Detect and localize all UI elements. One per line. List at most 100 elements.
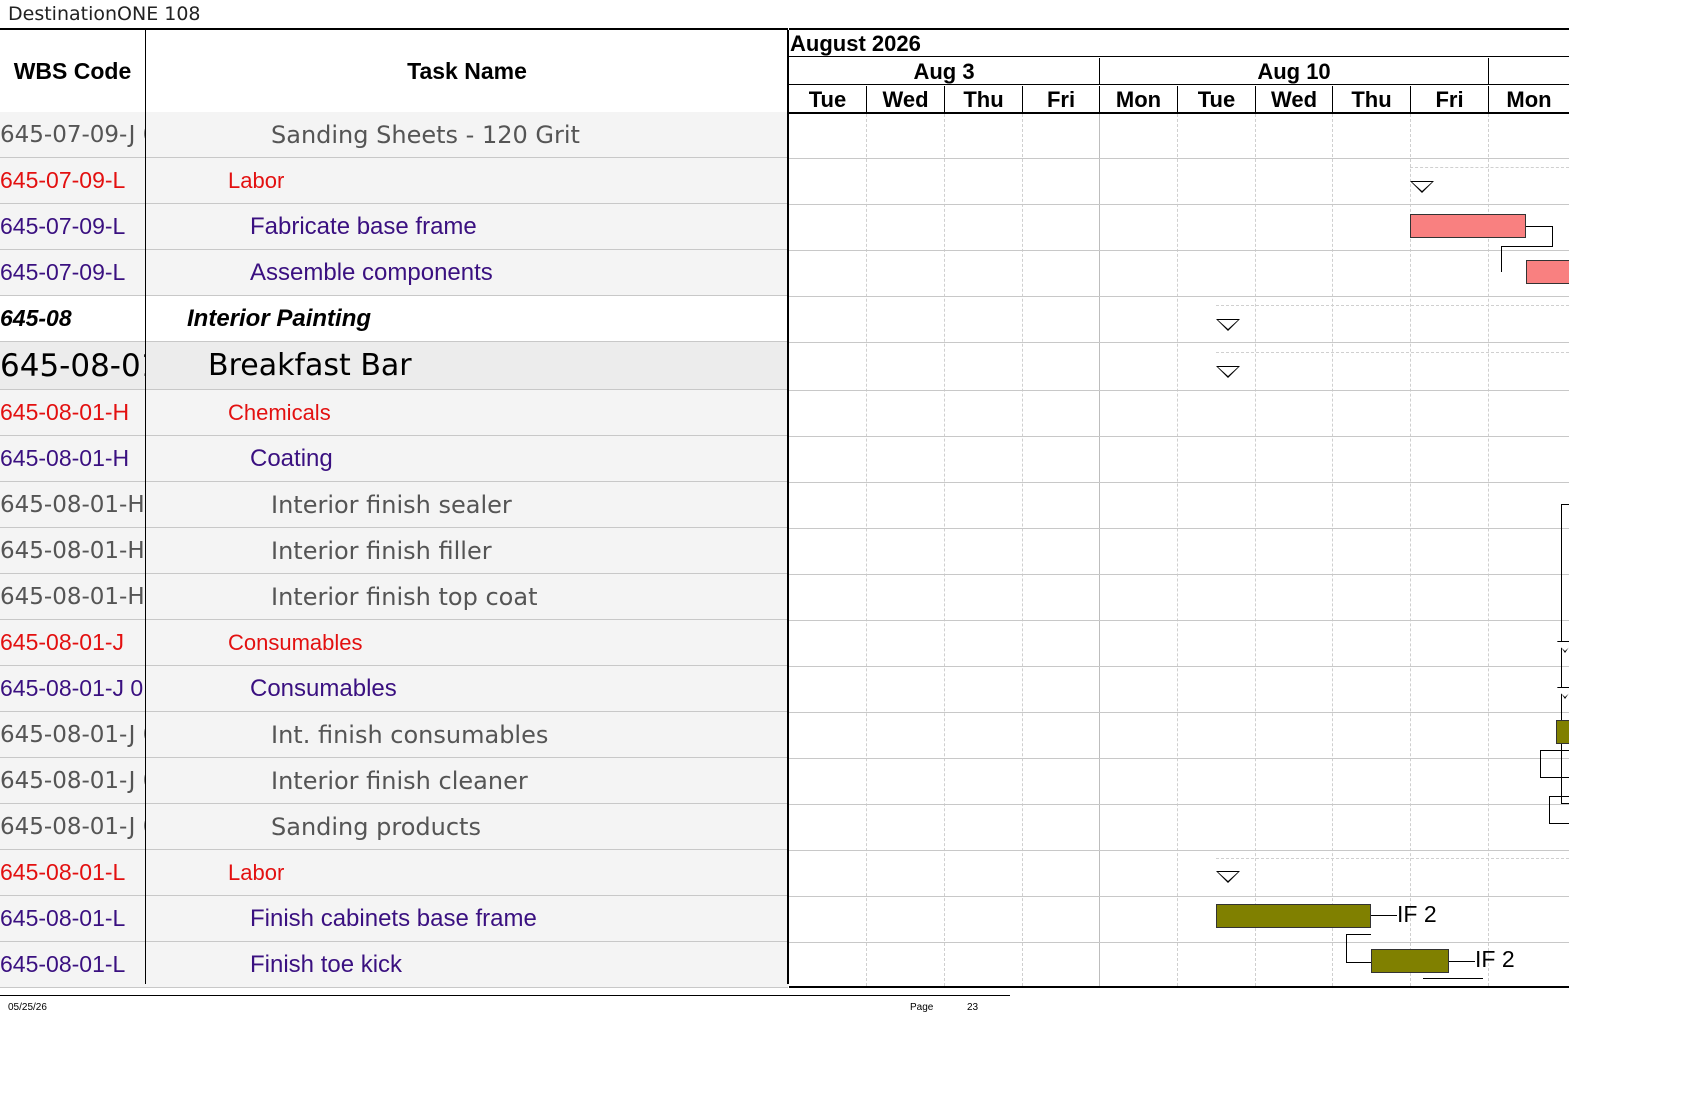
task-bar-assemble-components[interactable] [1526, 260, 1569, 284]
wbs-cell: 645-07-09-J 01 [0, 121, 145, 148]
summary-marker-icon[interactable] [1410, 181, 1434, 193]
gridline [1099, 114, 1100, 986]
wbs-cell: 645-08-01-H [0, 399, 130, 425]
table-row[interactable]: 645-08-01-H 01 Interior finish top coat [0, 574, 788, 620]
dependency-link [1346, 934, 1371, 963]
gridline [866, 114, 867, 986]
gridline [1488, 114, 1489, 986]
gridline [1022, 114, 1023, 986]
table-row[interactable]: 645-08-01-H 01 Interior finish sealer [0, 482, 788, 528]
table-row[interactable]: 645-08-01-L Labor [0, 850, 788, 896]
task-bar-int-finish-consumables[interactable] [1556, 720, 1569, 744]
table-row[interactable]: 645-07-09-J 01 Sanding Sheets - 120 Grit [0, 112, 788, 158]
table-row[interactable]: 645-08 Interior Painting [0, 296, 788, 342]
footer-rule [0, 995, 1010, 996]
task-name-column-header[interactable]: Task Name [146, 30, 788, 112]
table-row[interactable]: 645-08-01-J 01 Sanding products [0, 804, 788, 850]
row-line [789, 528, 1569, 529]
bar-label: IF 2 [1475, 946, 1515, 972]
row-line [789, 158, 1569, 159]
timescale-month: August 2026 [789, 30, 1569, 57]
wbs-cell: 645-08-01-H 01 [0, 491, 145, 518]
wbs-cell: 645-07-09-L [0, 167, 126, 193]
row-line [789, 296, 1569, 297]
timescale-day: Wed [1256, 86, 1333, 112]
dependency-link [1371, 915, 1397, 916]
bar-label: IF 2 [1397, 901, 1437, 927]
row-line [789, 390, 1569, 391]
task-name-cell: Finish cabinets base frame [250, 904, 537, 932]
table-row[interactable]: 645-08-01-J 01 Consumables [0, 666, 788, 712]
table-row[interactable]: 645-07-09-L Assemble components [0, 250, 788, 296]
table-row[interactable]: 645-08-01-J 01 Int. finish consumables [0, 712, 788, 758]
timescale-day: Wed [867, 86, 945, 112]
summary-marker-icon[interactable] [1216, 319, 1240, 331]
summary-marker-icon[interactable] [1216, 366, 1240, 378]
timescale-day: Mon [1100, 86, 1178, 112]
row-line [789, 896, 1569, 897]
column-divider[interactable] [145, 30, 146, 984]
summary-span [1410, 167, 1569, 168]
task-bar-finish-toe-kick[interactable] [1371, 949, 1449, 973]
gridline [944, 114, 945, 986]
wbs-cell: 645-08-01-J [0, 629, 125, 655]
gridline [1332, 114, 1333, 986]
row-line [789, 666, 1569, 667]
timescale-bottom-line [789, 112, 1569, 114]
wbs-cell: 645-08-01-L [0, 951, 126, 977]
table-row[interactable]: 645-08-01-L Finish cabinets base frame [0, 896, 788, 942]
table-row[interactable]: 645-08-01-L Finish toe kick [0, 942, 788, 988]
table-row[interactable]: 645-07-09-L Fabricate base frame [0, 204, 788, 250]
timescale-day: Tue [1178, 86, 1256, 112]
task-name-cell: Coating [250, 444, 333, 472]
wbs-cell: 645-08-01-H [0, 445, 130, 471]
summary-span [1216, 858, 1569, 859]
table-row[interactable]: 645-08-01-J 01 Interior finish cleaner [0, 758, 788, 804]
table-row[interactable]: 645-07-09-L Labor [0, 158, 788, 204]
row-line [789, 482, 1569, 483]
table-row[interactable]: 645-08-01-J Consumables [0, 620, 788, 666]
task-bar-finish-cabinets-base-frame[interactable] [1216, 904, 1371, 928]
task-name-cell: Chemicals [228, 399, 331, 425]
task-table: WBS Code Task Name 645-07-09-J 01 Sandin… [0, 28, 789, 988]
table-header: WBS Code Task Name [0, 30, 788, 114]
row-line [789, 342, 1569, 343]
wbs-cell: 645-08-01-H 01 [0, 537, 145, 564]
task-name-cell: Assemble components [250, 258, 493, 286]
wbs-cell: 645-08-01-L [0, 859, 126, 885]
task-name-cell: Breakfast Bar [208, 348, 412, 383]
table-row[interactable]: 645-08-01-H 01 Interior finish filler [0, 528, 788, 574]
dependency-link [1423, 978, 1483, 986]
wbs-cell: 645-07-09-L [0, 213, 126, 239]
row-line [789, 204, 1569, 205]
timescale-week-next [1489, 58, 1569, 85]
summary-marker-icon[interactable] [1216, 871, 1240, 883]
row-line [789, 436, 1569, 437]
timescale-day: Fri [1023, 86, 1100, 112]
task-name-cell: Interior Painting [187, 304, 372, 332]
summary-span [1216, 352, 1569, 353]
timescale-day: Mon [1506, 87, 1552, 112]
footer-page-number: 23 [967, 1002, 979, 1013]
row-line [789, 758, 1569, 759]
timescale-week-aug-10: Aug 10 [1100, 58, 1489, 85]
wbs-cell: 645-08-01 [0, 347, 145, 384]
row-line [789, 850, 1569, 851]
table-row[interactable]: 645-08-01-H Chemicals [0, 390, 788, 436]
gridline [1255, 114, 1256, 986]
task-name-cell: Consumables [228, 629, 363, 655]
row-line [789, 804, 1569, 805]
wbs-cell: 645-08-01-J 01 [0, 721, 145, 748]
summary-marker-icon[interactable] [1555, 687, 1569, 699]
table-row[interactable]: 645-08-01-H Coating [0, 436, 788, 482]
task-name-cell: Labor [228, 859, 285, 885]
dependency-link [1526, 226, 1553, 246]
summary-marker-icon[interactable] [1555, 641, 1569, 653]
wbs-column-header[interactable]: WBS Code [0, 30, 145, 112]
timescale-day: Fri [1411, 86, 1489, 112]
table-row[interactable]: 645-08-01 Breakfast Bar [0, 342, 788, 390]
footer-date: 05/25/26 [8, 1002, 47, 1013]
task-bar-fabricate-base-frame[interactable] [1410, 214, 1526, 238]
dependency-link [1449, 961, 1475, 962]
timescale-week-aug-3: Aug 3 [789, 58, 1100, 85]
